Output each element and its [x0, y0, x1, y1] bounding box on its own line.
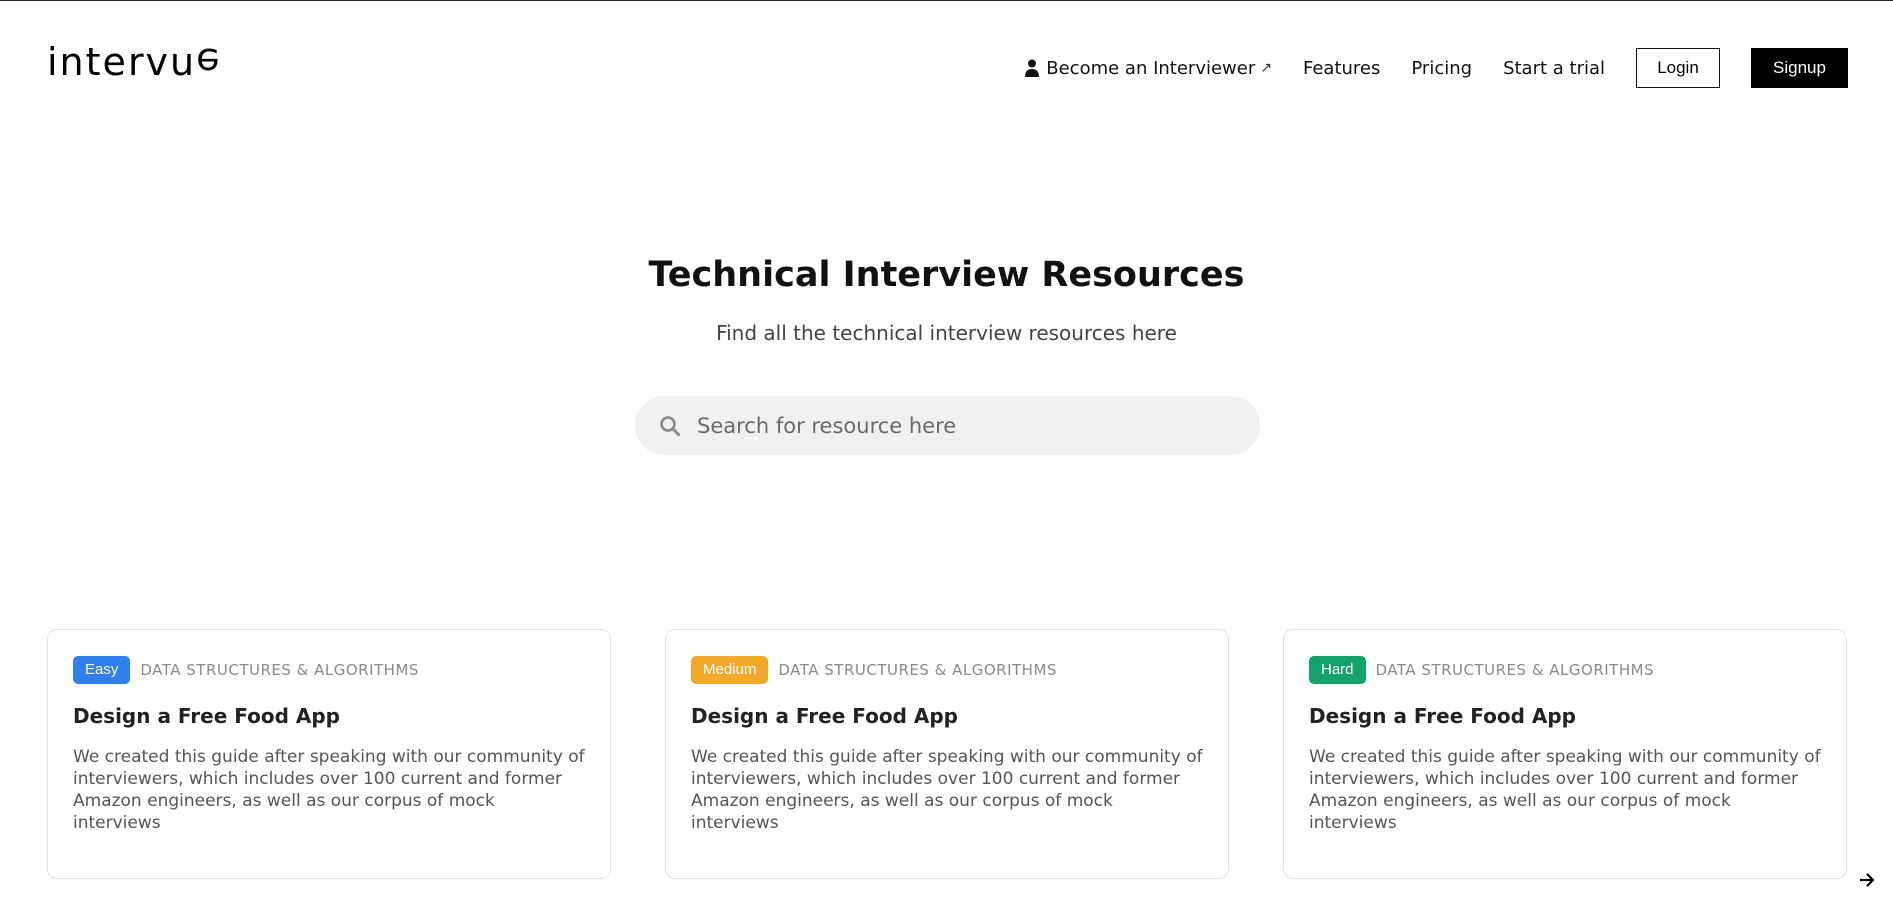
pricing-link[interactable]: Pricing — [1411, 58, 1472, 79]
search-bar[interactable] — [635, 396, 1260, 455]
page-subtitle: Find all the technical interview resourc… — [716, 321, 1177, 345]
resource-card[interactable]: Hard DATA STRUCTURES & ALGORITHMS Design… — [1283, 629, 1847, 879]
card-description: We created this guide after speaking wit… — [1309, 747, 1821, 833]
search-icon — [660, 415, 680, 436]
signup-button[interactable]: Signup — [1751, 48, 1848, 88]
card-description: We created this guide after speaking wit… — [73, 747, 585, 833]
resource-card[interactable]: Easy DATA STRUCTURES & ALGORITHMS Design… — [47, 629, 611, 879]
resource-card[interactable]: Medium DATA STRUCTURES & ALGORITHMS Desi… — [665, 629, 1229, 879]
search-input[interactable] — [695, 412, 1239, 439]
category-label: DATA STRUCTURES & ALGORITHMS — [778, 661, 1057, 679]
become-interviewer-label: Become an Interviewer — [1046, 57, 1256, 79]
difficulty-badge: Medium — [691, 656, 769, 684]
card-title[interactable]: Design a Free Food App — [691, 704, 1203, 728]
person-icon — [1025, 59, 1040, 77]
category-label: DATA STRUCTURES & ALGORITHMS — [140, 661, 419, 679]
resource-cards: Easy DATA STRUCTURES & ALGORITHMS Design… — [47, 629, 1847, 879]
arrow-right-icon[interactable] — [1858, 871, 1876, 889]
intervue-logo[interactable]: intervue — [47, 40, 222, 84]
difficulty-badge: Easy — [73, 656, 131, 684]
card-title[interactable]: Design a Free Food App — [73, 704, 585, 728]
external-link-icon: ↗ — [1260, 60, 1272, 76]
main-nav: Become an Interviewer ↗ Features Pricing… — [1024, 48, 1848, 88]
category-label: DATA STRUCTURES & ALGORITHMS — [1375, 661, 1655, 679]
become-interviewer-link[interactable]: Become an Interviewer ↗ — [1024, 58, 1272, 79]
start-trial-link[interactable]: Start a trial — [1503, 58, 1605, 79]
card-meta: Hard DATA STRUCTURES & ALGORITHMS — [1309, 656, 1821, 684]
login-button[interactable]: Login — [1636, 48, 1720, 88]
card-title[interactable]: Design a Free Food App — [1309, 704, 1821, 728]
features-link[interactable]: Features — [1303, 58, 1380, 79]
card-meta: Medium DATA STRUCTURES & ALGORITHMS — [691, 656, 1203, 684]
card-description: We created this guide after speaking wit… — [691, 747, 1203, 833]
card-meta: Easy DATA STRUCTURES & ALGORITHMS — [73, 656, 585, 684]
page-title: Technical Interview Resources — [648, 255, 1245, 295]
difficulty-badge: Hard — [1309, 656, 1366, 684]
site-header: intervue Become an Interviewer ↗ Feature… — [0, 0, 1893, 135]
